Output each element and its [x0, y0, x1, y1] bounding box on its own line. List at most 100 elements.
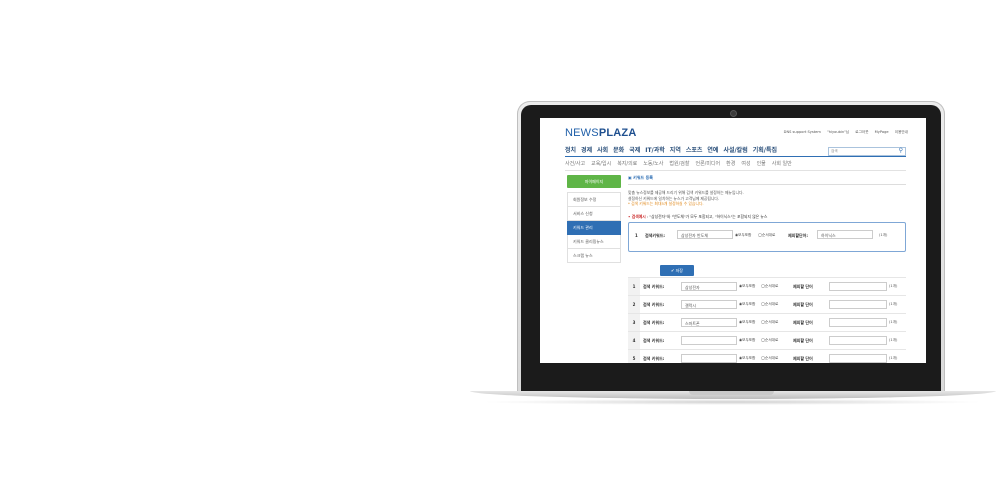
row-number: 1 — [628, 277, 640, 296]
nav-item[interactable]: 지역 — [670, 145, 681, 156]
row-number: 5 — [628, 349, 640, 363]
radio-all[interactable]: ◉모두포함 — [739, 349, 761, 363]
nav-item[interactable]: 경제 — [581, 145, 592, 156]
main-nav: 정치 경제 사회 문화 국제 IT/과학 지역 스포츠 연예 사설/칼럼 기획/특집 검색 ⚲ — [565, 145, 906, 157]
exclude-cell — [829, 349, 889, 363]
toplink-guide[interactable]: 이용안내 — [895, 130, 908, 134]
keyword-field[interactable] — [681, 336, 737, 345]
table-row: 5 검색 키워드: ◉모두포함 ◯순서대로 제외할 단어 (1개) — [628, 349, 906, 363]
exclude-cell — [829, 277, 889, 296]
laptop-shadow — [480, 399, 985, 405]
exclude-field[interactable] — [829, 354, 887, 363]
example-prefix: • 검색예시 — [628, 213, 646, 219]
keyword-label: 검색 키워드: — [640, 313, 681, 332]
sidebar-item-service[interactable]: 서비스 신청 — [567, 207, 621, 221]
nav-item[interactable]: IT/과학 — [645, 145, 665, 156]
table-row: 2 검색 키워드: 갤럭시 ◉모두포함 ◯순서대로 제외할 단어 (1개) — [628, 295, 906, 314]
nav-item[interactable]: 사설/칼럼 — [723, 145, 747, 156]
exclude-label: 제외할 단어 — [793, 313, 829, 332]
exclude-cell — [829, 313, 889, 332]
sidebar-item-keyword[interactable]: 키워드 관리 — [567, 221, 621, 235]
subnav-item[interactable]: 사회 일반 — [772, 159, 792, 170]
laptop-screen: NEWSPLAZA DNS support System "hiyoubin"님… — [540, 118, 926, 363]
main-content: ▣ 키워드 등록 맞춤 뉴스정보를 제공해 드리기 위해 검색 키워드를 설정하… — [628, 175, 906, 252]
unit-label: (1개) — [889, 331, 906, 350]
exclude-label: 제외할 단어 — [793, 295, 829, 314]
radio-order[interactable]: ◯순서대로 — [761, 295, 793, 314]
site-logo[interactable]: NEWSPLAZA — [565, 127, 636, 139]
keyword-field[interactable]: 스마트폰 — [681, 318, 737, 327]
subnav-item[interactable]: 환경 — [726, 159, 735, 170]
toplink-system: DNS support System — [783, 130, 821, 134]
nav-item[interactable]: 문화 — [613, 145, 624, 156]
nav-item[interactable]: 연예 — [707, 145, 718, 156]
nav-item[interactable]: 스포츠 — [686, 145, 703, 156]
nav-item[interactable]: 사회 — [597, 145, 608, 156]
radio-order[interactable]: ◯순서대로 — [761, 331, 793, 350]
radio-all[interactable]: ◉모두포함 — [739, 295, 761, 314]
example-exclude-label: 제외할단어: — [788, 232, 808, 238]
subnav-item[interactable]: 노동/노사 — [643, 159, 663, 170]
logo-news-text: NEWS — [565, 127, 599, 139]
radio-all[interactable]: ◉모두포함 — [739, 331, 761, 350]
exclude-field[interactable] — [829, 300, 887, 309]
keyword-cell: 갤럭시 — [681, 295, 739, 314]
example-num: 1 — [635, 232, 638, 238]
keyword-field[interactable]: 갤럭시 — [681, 300, 737, 309]
table-row: 4 검색 키워드: ◉모두포함 ◯순서대로 제외할 단어 (1개) — [628, 331, 906, 350]
row-number: 4 — [628, 331, 640, 350]
example-radio-order[interactable]: ◯순서대로 — [758, 233, 775, 238]
subnav-item[interactable]: 복지/의료 — [617, 159, 637, 170]
sidebar-header[interactable]: 마이페이지 — [567, 175, 621, 188]
example-keyword-field[interactable]: 삼성전자 반도체 — [677, 229, 733, 239]
unit-label: (1개) — [889, 277, 906, 296]
radio-all[interactable]: ◉모두포함 — [739, 277, 761, 296]
example-unit: (1개) — [879, 232, 888, 237]
subnav-item[interactable]: 언론/미디어 — [695, 159, 720, 170]
exclude-label: 제외할 단어 — [793, 349, 829, 363]
nav-item[interactable]: 정치 — [565, 145, 576, 156]
row-number: 3 — [628, 313, 640, 332]
example-radio-all[interactable]: ◉모두포함 — [735, 233, 751, 238]
subnav-item[interactable]: 사건/사고 — [565, 159, 585, 170]
keyword-field[interactable]: 삼성전자 — [681, 282, 737, 291]
row-number: 2 — [628, 295, 640, 314]
keyword-cell — [681, 349, 739, 363]
subnav-item[interactable]: 교육/입시 — [591, 159, 611, 170]
camera-icon — [731, 111, 736, 116]
nav-item[interactable]: 기획/특집 — [753, 145, 777, 156]
sidebar: 마이페이지 회원정보 수정 서비스 신청 키워드 관리 키워드 클리핑뉴스 스크… — [567, 175, 621, 263]
search-icon[interactable]: ⚲ — [899, 147, 903, 154]
unit-label: (1개) — [889, 295, 906, 314]
example-exclude-field[interactable]: 하이닉스 — [817, 229, 873, 239]
radio-order[interactable]: ◯순서대로 — [761, 313, 793, 332]
exclude-label: 제외할 단어 — [793, 277, 829, 296]
exclude-field[interactable] — [829, 318, 887, 327]
toplink-mypage[interactable]: MyPage — [875, 130, 889, 134]
search-placeholder: 검색 — [831, 149, 838, 153]
exclude-field[interactable] — [829, 336, 887, 345]
radio-order[interactable]: ◯순서대로 — [761, 349, 793, 363]
table-row: 1 검색 키워드: 삼성전자 ◉모두포함 ◯순서대로 제외할 단어 (1개) — [628, 277, 906, 296]
radio-order[interactable]: ◯순서대로 — [761, 277, 793, 296]
subnav-item[interactable]: 법원/검찰 — [669, 159, 689, 170]
search-input[interactable]: 검색 ⚲ — [828, 147, 906, 156]
subnav-item[interactable]: 인물 — [757, 159, 766, 170]
example-keyword-label: 검색키워드: — [645, 232, 665, 238]
sidebar-item-scrap[interactable]: 스크랩 뉴스 — [567, 249, 621, 263]
toplink-logout[interactable]: 로그아웃 — [855, 130, 868, 134]
intro-text: 맞춤 뉴스정보를 제공해 드리기 위해 검색 키워드를 설정하는 메뉴입니다. … — [628, 190, 906, 207]
sidebar-item-profile[interactable]: 회원정보 수정 — [567, 192, 621, 207]
exclude-field[interactable] — [829, 282, 887, 291]
section-title: ▣ 키워드 등록 — [628, 175, 906, 185]
logo-plaza-text: PLAZA — [598, 127, 637, 139]
keyword-field[interactable] — [681, 354, 737, 363]
nav-item[interactable]: 국제 — [629, 145, 640, 156]
keyword-table: 1 검색 키워드: 삼성전자 ◉모두포함 ◯순서대로 제외할 단어 (1개) 2 검색 키워드:… — [628, 277, 906, 363]
subnav-item[interactable]: 여성 — [741, 159, 750, 170]
save-button[interactable]: ✔ 저장 — [660, 265, 694, 276]
radio-all[interactable]: ◉모두포함 — [739, 313, 761, 332]
keyword-label: 검색 키워드: — [640, 349, 681, 363]
keyword-cell: 스마트폰 — [681, 313, 739, 332]
sidebar-item-clipping[interactable]: 키워드 클리핑뉴스 — [567, 235, 621, 249]
